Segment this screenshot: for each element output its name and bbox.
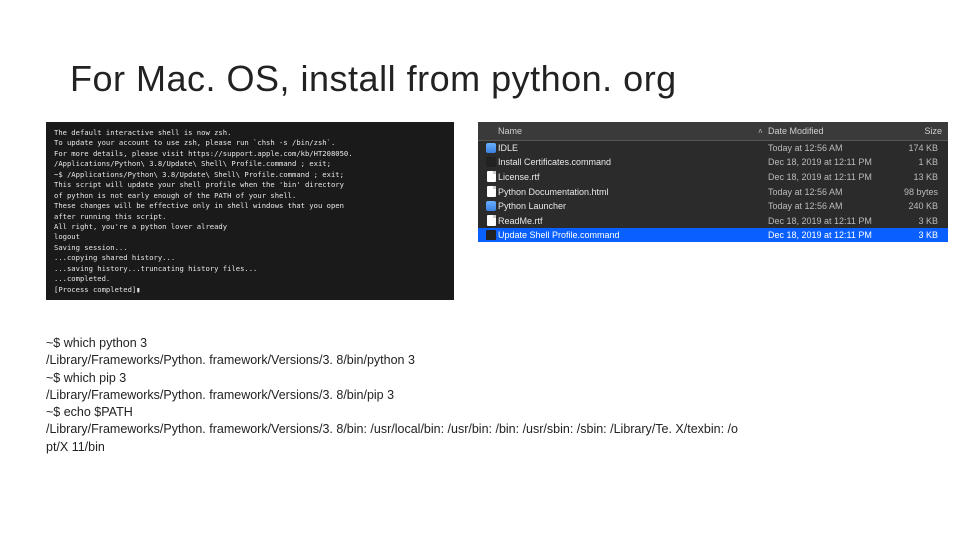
terminal-line: ...copying shared history... [54,253,446,263]
finder-row[interactable]: Python LauncherToday at 12:56 AM240 KB [478,199,948,213]
file-size: 3 KB [886,216,942,226]
terminal-line: logout [54,232,446,242]
app-icon [484,143,498,153]
command-line: /Library/Frameworks/Python. framework/Ve… [46,387,916,404]
terminal-line: This script will update your shell profi… [54,180,446,190]
file-size: 98 bytes [886,187,942,197]
file-date: Dec 18, 2019 at 12:11 PM [768,172,886,182]
terminal-line: after running this script. [54,212,446,222]
finder-row[interactable]: License.rtfDec 18, 2019 at 12:11 PM13 KB [478,169,948,184]
slide-title: For Mac. OS, install from python. org [70,58,677,100]
command-line: ~$ which pip 3 [46,370,916,387]
finder-row[interactable]: ReadMe.rtfDec 18, 2019 at 12:11 PM3 KB [478,213,948,228]
finder-screenshot: Name ˄ Date Modified Size IDLEToday at 1… [478,122,948,242]
file-size: 174 KB [886,143,942,153]
command-line: /Library/Frameworks/Python. framework/Ve… [46,352,916,369]
file-name: ReadMe.rtf [498,216,768,226]
finder-row[interactable]: Install Certificates.commandDec 18, 2019… [478,155,948,169]
file-date: Today at 12:56 AM [768,143,886,153]
doc-icon [484,171,498,182]
file-size: 13 KB [886,172,942,182]
terminal-line: ...completed. [54,274,446,284]
file-size: 1 KB [886,157,942,167]
terminal-line: For more details, please visit https://s… [54,149,446,159]
terminal-line: To update your account to use zsh, pleas… [54,138,446,148]
terminal-screenshot: The default interactive shell is now zsh… [46,122,454,300]
file-name: Python Documentation.html [498,187,768,197]
doc-icon [484,215,498,226]
file-name: Install Certificates.command [498,157,768,167]
col-date: Date Modified [768,126,886,136]
finder-row[interactable]: Update Shell Profile.commandDec 18, 2019… [478,228,948,242]
file-name: License.rtf [498,172,768,182]
command-line: /Library/Frameworks/Python. framework/Ve… [46,421,916,438]
file-name: IDLE [498,143,768,153]
cmd-icon [484,157,498,167]
terminal-line: Saving session... [54,243,446,253]
file-size: 240 KB [886,201,942,211]
terminal-line: These changes will be effective only in … [54,201,446,211]
cmd-icon [484,230,498,240]
terminal-line: /Applications/Python\ 3.8/Update\ Shell\… [54,159,446,169]
file-name: Python Launcher [498,201,768,211]
file-date: Dec 18, 2019 at 12:11 PM [768,216,886,226]
command-line: ~$ which python 3 [46,335,916,352]
terminal-line: The default interactive shell is now zsh… [54,128,446,138]
sort-indicator-icon: ˄ [758,127,768,136]
terminal-line: ...saving history...truncating history f… [54,264,446,274]
command-output: ~$ which python 3/Library/Frameworks/Pyt… [46,335,916,456]
finder-row[interactable]: IDLEToday at 12:56 AM174 KB [478,141,948,155]
file-date: Dec 18, 2019 at 12:11 PM [768,230,886,240]
file-date: Dec 18, 2019 at 12:11 PM [768,157,886,167]
terminal-line: of python is not early enough of the PAT… [54,191,446,201]
col-size: Size [886,126,942,136]
command-line: ~$ echo $PATH [46,404,916,421]
command-line: pt/X 11/bin [46,439,916,456]
col-name: Name [498,126,758,136]
finder-row[interactable]: Python Documentation.htmlToday at 12:56 … [478,184,948,199]
file-name: Update Shell Profile.command [498,230,768,240]
finder-header: Name ˄ Date Modified Size [478,122,948,141]
terminal-line: All right, you're a python lover already [54,222,446,232]
file-size: 3 KB [886,230,942,240]
app-icon [484,201,498,211]
terminal-line: ~$ /Applications/Python\ 3.8/Update\ She… [54,170,446,180]
file-date: Today at 12:56 AM [768,201,886,211]
terminal-line: [Process completed]▮ [54,285,446,295]
file-date: Today at 12:56 AM [768,187,886,197]
doc-icon [484,186,498,197]
